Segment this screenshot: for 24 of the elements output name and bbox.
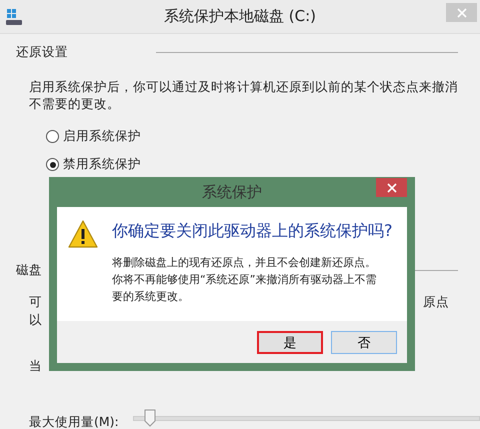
dialog-button[interactable]: 是 [257, 331, 323, 354]
dialog-message: 将删除磁盘上的现有还原点，并且不会创建新还原点。你将不再能够使用“系统还原”来撤消所有驱动器上不需要的系统更改。 [112, 255, 378, 305]
drive-icon [5, 8, 23, 26]
slider-thumb[interactable] [144, 409, 156, 427]
dialog-title: 系统保护 [202, 182, 262, 202]
warning-icon [67, 219, 99, 249]
radio-option[interactable]: 禁用系统保护 [46, 156, 141, 173]
slider-label: 最大使用量(M): [29, 414, 119, 429]
radio-button[interactable] [46, 130, 59, 143]
description-text: 以 [29, 312, 42, 328]
description-text: 可 [29, 294, 42, 310]
dialog-button[interactable]: 否 [331, 331, 397, 354]
close-button[interactable] [376, 178, 407, 197]
close-icon [456, 8, 466, 18]
group-heading: 还原设置 [16, 44, 68, 60]
close-icon [386, 182, 396, 192]
dialog-question: 你确定要关闭此驱动器上的系统保护吗? [112, 221, 392, 242]
radio-option[interactable]: 启用系统保护 [46, 128, 141, 145]
window-title: 系统保护本地磁盘 (C:) [164, 7, 316, 26]
description-text: 原点 [423, 294, 449, 310]
radio-button[interactable] [46, 158, 59, 171]
group-heading: 磁盘 [16, 262, 42, 278]
usage-label: 当 [29, 358, 42, 373]
description-text: 启用系统保护后，你可以通过及时将计算机还原到以前的某个状态点来撤消不需要的更改。 [29, 78, 459, 112]
